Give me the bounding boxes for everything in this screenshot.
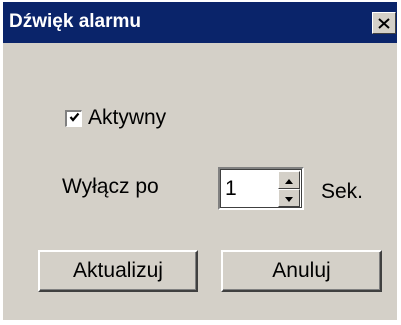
update-button[interactable]: Aktualizuj [38,250,198,292]
active-checkbox[interactable] [65,109,82,128]
alarm-sound-dialog: Dźwięk alarmu Aktywny Wyłącz po 1 Sek. A… [3,2,397,320]
turn-off-after-label: Wyłącz po [62,175,159,198]
close-button[interactable] [372,12,396,34]
spin-down-button[interactable] [278,189,300,207]
close-icon [378,17,390,29]
cancel-button[interactable]: Anuluj [221,250,382,292]
active-checkbox-row[interactable]: Aktywny [65,106,166,130]
window-title: Dźwięk alarmu [9,11,141,32]
spin-up-button[interactable] [278,171,300,189]
arrow-up-icon [285,171,293,189]
title-bar[interactable]: Dźwięk alarmu [3,2,397,43]
seconds-unit-label: Sek. [321,180,364,203]
arrow-down-icon [285,189,293,207]
active-checkbox-label: Aktywny [88,106,167,129]
turn-off-after-spinner [218,167,304,210]
checkmark-icon [69,110,80,128]
turn-off-after-input[interactable] [225,176,269,202]
